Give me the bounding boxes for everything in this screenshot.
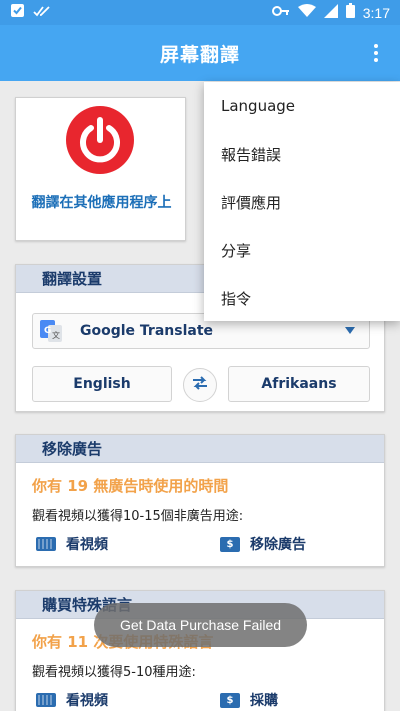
app-bar: 屏幕翻譯: [0, 25, 400, 81]
ad-free-count: 你有 19 無廣告時使用的時間: [32, 477, 229, 495]
watch-video-button-2[interactable]: 看視頻: [36, 690, 108, 710]
remove-ads-label: 移除廣告: [250, 537, 306, 553]
svg-text:文: 文: [52, 330, 60, 340]
menu-item-report-bug[interactable]: 報告錯誤: [204, 130, 400, 178]
svg-text:G: G: [44, 326, 51, 336]
battery-icon: [345, 3, 355, 22]
overflow-menu-icon[interactable]: [364, 39, 388, 67]
source-language-button[interactable]: English: [32, 366, 172, 402]
special-language-description: 觀看視頻以獲得5-10種用途:: [32, 665, 196, 680]
app-title: 屏幕翻譯: [159, 43, 240, 66]
menu-item-instructions[interactable]: 指令: [204, 274, 400, 322]
signal-icon: [323, 3, 338, 22]
watch-video-button[interactable]: 看視頻: [36, 534, 108, 554]
power-icon[interactable]: [66, 106, 134, 174]
swap-icon: [191, 375, 209, 395]
status-bar: 3:17: [0, 0, 400, 25]
buy-label: 採購: [250, 693, 278, 709]
target-language-button[interactable]: Afrikaans: [228, 366, 370, 402]
status-time: 3:17: [362, 4, 390, 21]
swap-languages-button[interactable]: [183, 368, 217, 402]
google-translate-icon: G 文: [40, 320, 62, 342]
dollar-icon: $: [220, 536, 240, 552]
wifi-icon: [297, 3, 316, 22]
dropdown-arrow-icon: [345, 327, 355, 334]
watch-video-label: 看視頻: [66, 537, 108, 553]
dollar-icon: $: [220, 692, 240, 708]
power-label: 翻譯在其他應用程序上: [31, 195, 172, 211]
remove-ads-button[interactable]: $ 移除廣告: [220, 534, 306, 554]
ad-description: 觀看視頻以獲得10-15個非廣告用途:: [32, 509, 244, 524]
remove-ads-header: 移除廣告: [16, 435, 384, 463]
engine-name: Google Translate: [80, 323, 214, 339]
remove-ads-card: 移除廣告 你有 19 無廣告時使用的時間 觀看視頻以獲得10-15個非廣告用途:…: [15, 434, 385, 567]
checkbox-icon: [10, 3, 25, 22]
toast-message: Get Data Purchase Failed: [94, 603, 307, 647]
overflow-menu: Language 報告錯誤 評價應用 分享 指令: [204, 82, 400, 321]
film-icon: [36, 537, 56, 551]
double-check-icon: [33, 4, 51, 22]
watch-video-label: 看視頻: [66, 693, 108, 709]
power-card[interactable]: 翻譯在其他應用程序上: [15, 97, 186, 241]
menu-item-share[interactable]: 分享: [204, 226, 400, 274]
film-icon: [36, 693, 56, 707]
menu-item-language[interactable]: Language: [204, 82, 400, 130]
key-icon: [271, 5, 290, 21]
menu-item-rate-app[interactable]: 評價應用: [204, 178, 400, 226]
buy-button[interactable]: $ 採購: [220, 690, 278, 710]
